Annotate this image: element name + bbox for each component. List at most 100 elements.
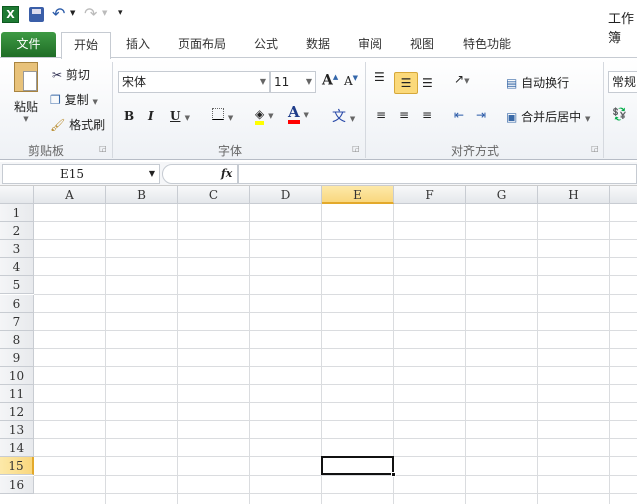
insert-function-icon[interactable]: fx: [221, 167, 232, 180]
gridline: [34, 402, 637, 404]
align-bottom-icon[interactable]: ☰: [422, 76, 433, 90]
select-all-corner[interactable]: [0, 186, 34, 204]
save-icon[interactable]: [29, 7, 44, 22]
clipboard-launcher-icon[interactable]: ◲: [99, 144, 107, 153]
paste-button[interactable]: 粘贴 ▼: [8, 62, 44, 132]
copy-button[interactable]: ❐ 复制 ▼: [50, 91, 98, 108]
row-header-13[interactable]: 13: [0, 421, 34, 440]
spreadsheet-grid[interactable]: A B C D E F G H 1 2 3 4 5 6 7 8 9 10 11 12 13 14 15 16: [0, 186, 637, 504]
undo-icon[interactable]: ↶: [52, 4, 65, 23]
font-group-label: 字体: [218, 144, 243, 158]
align-right-icon[interactable]: ≡: [422, 108, 432, 122]
tab-file[interactable]: 文件: [1, 32, 56, 58]
row-header-12[interactable]: 12: [0, 403, 34, 422]
row-header-4[interactable]: 4: [0, 258, 34, 277]
column-header-I[interactable]: [610, 186, 637, 204]
alignment-group-label: 对齐方式: [451, 144, 500, 158]
paste-icon: [14, 62, 38, 92]
underline-button[interactable]: U ▼: [170, 109, 190, 123]
row-header-16[interactable]: 16: [0, 475, 34, 494]
scissors-icon: ✂: [52, 68, 63, 82]
column-header-G[interactable]: G: [466, 186, 538, 204]
tab-special[interactable]: 特色功能: [455, 32, 519, 58]
row-header-3[interactable]: 3: [0, 240, 34, 259]
tab-formulas[interactable]: 公式: [246, 32, 286, 58]
row-header-15[interactable]: 15: [0, 457, 34, 476]
gridline: [609, 204, 610, 504]
tab-review[interactable]: 审阅: [350, 32, 390, 58]
italic-button[interactable]: I: [148, 109, 154, 123]
row-header-9[interactable]: 9: [0, 348, 34, 367]
row-header-6[interactable]: 6: [0, 294, 34, 313]
column-header-C[interactable]: C: [178, 186, 250, 204]
row-header-14[interactable]: 14: [0, 439, 34, 458]
number-format-select[interactable]: 常规: [608, 71, 637, 93]
wrap-icon: ▤: [506, 76, 518, 90]
font-name-select[interactable]: 宋体 ▼: [118, 71, 270, 93]
row-header-1[interactable]: 1: [0, 204, 34, 222]
font-size-select[interactable]: 11 ▼: [270, 71, 316, 93]
tab-data[interactable]: 数据: [298, 32, 338, 58]
gridline: [249, 204, 250, 504]
gridline: [105, 204, 106, 504]
font-color-button[interactable]: A ▼: [288, 105, 309, 124]
row-header-8[interactable]: 8: [0, 330, 34, 349]
align-middle-icon[interactable]: ☰: [394, 72, 418, 94]
align-top-icon[interactable]: ☰: [374, 70, 385, 84]
bold-button[interactable]: B: [124, 109, 134, 123]
increase-font-icon[interactable]: A▲: [322, 72, 338, 89]
gridline: [34, 365, 637, 367]
name-box[interactable]: E15 ▼: [2, 164, 160, 184]
column-header-H[interactable]: H: [538, 186, 610, 204]
row-header-11[interactable]: 11: [0, 385, 34, 403]
undo-dropdown-icon[interactable]: ▼: [70, 9, 75, 17]
gridline: [465, 204, 466, 504]
border-icon: [212, 108, 224, 120]
orientation-icon[interactable]: ↗▼: [454, 72, 469, 86]
column-header-B[interactable]: B: [106, 186, 178, 204]
currency-icon[interactable]: 💱: [612, 107, 627, 121]
gridline: [537, 204, 538, 504]
formula-bar: E15 ▼ fx: [0, 162, 637, 186]
active-cell[interactable]: [321, 456, 396, 478]
fill-color-button[interactable]: ◈ ▼: [255, 107, 273, 125]
wrap-text-button[interactable]: ▤ 自动换行: [506, 74, 569, 91]
cut-button[interactable]: ✂ 剪切: [52, 66, 90, 83]
customize-qat-icon[interactable]: ▾: [118, 8, 123, 18]
merge-center-button[interactable]: ▣ 合并后居中 ▼: [506, 108, 590, 125]
column-header-F[interactable]: F: [394, 186, 466, 204]
row-header-10[interactable]: 10: [0, 366, 34, 385]
column-header-D[interactable]: D: [250, 186, 322, 204]
gridline: [34, 329, 637, 331]
alignment-launcher-icon[interactable]: ◲: [591, 144, 599, 153]
tab-insert[interactable]: 插入: [116, 32, 160, 58]
column-header-A[interactable]: A: [34, 186, 106, 204]
gridline: [177, 204, 178, 504]
tab-view[interactable]: 视图: [402, 32, 442, 58]
row-header-2[interactable]: 2: [0, 222, 34, 241]
formula-divider: fx: [162, 164, 238, 184]
ribbon: 粘贴 ▼ ✂ 剪切 ❐ 复制 ▼ 🖌 格式刷 剪贴板 ◲ 宋体 ▼ 11 ▼ A▲ …: [0, 57, 637, 160]
align-center-icon[interactable]: ≡: [399, 108, 409, 122]
fill-handle[interactable]: [391, 472, 396, 478]
align-left-icon[interactable]: ≡: [376, 108, 386, 122]
decrease-font-icon[interactable]: A▼: [344, 74, 358, 88]
tab-home[interactable]: 开始: [61, 32, 111, 59]
borders-button[interactable]: ▼: [212, 108, 233, 123]
row-header-7[interactable]: 7: [0, 312, 34, 331]
tab-page-layout[interactable]: 页面布局: [170, 32, 234, 58]
column-header-E[interactable]: E: [322, 186, 394, 204]
redo-dropdown-icon[interactable]: ▼: [102, 9, 107, 17]
formula-input[interactable]: [238, 164, 637, 184]
format-painter-button[interactable]: 🖌 格式刷: [50, 116, 105, 133]
decrease-indent-icon[interactable]: ⇤: [454, 108, 464, 122]
row-header-5[interactable]: 5: [0, 276, 34, 295]
name-box-dropdown-icon[interactable]: ▼: [149, 165, 155, 183]
redo-icon[interactable]: ↷: [84, 4, 97, 23]
font-launcher-icon[interactable]: ◲: [352, 144, 360, 153]
brush-icon: 🖌: [50, 118, 66, 132]
gridline: [34, 311, 637, 313]
increase-indent-icon[interactable]: ⇥: [476, 108, 486, 122]
phonetic-button[interactable]: 文 ▼: [332, 106, 355, 126]
gridline: [34, 221, 637, 223]
